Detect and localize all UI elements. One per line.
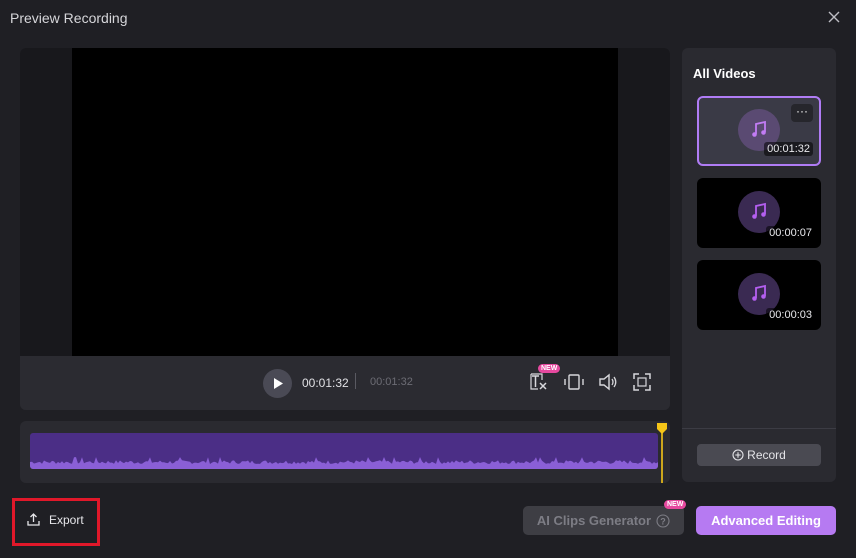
video-list-panel: All Videos ··· 00:01:32 00:00:07 00:00:0	[682, 48, 836, 482]
record-label: Record	[747, 448, 786, 462]
subtitle-ai-icon	[530, 373, 547, 390]
video-duration: 00:00:03	[766, 308, 815, 322]
video-duration: 00:01:32	[764, 142, 813, 156]
window-title: Preview Recording	[10, 10, 128, 26]
crop-button[interactable]	[563, 371, 585, 393]
ai-clips-generator-button[interactable]: AI Clips Generator ? NEW	[523, 500, 687, 535]
audio-waveform	[30, 433, 658, 469]
music-note-icon	[752, 120, 766, 137]
ai-clips-label: AI Clips Generator	[536, 513, 652, 528]
fullscreen-icon	[633, 373, 651, 391]
upload-icon	[27, 513, 40, 526]
music-note-icon	[752, 202, 766, 219]
more-options-button[interactable]: ···	[791, 104, 813, 122]
video-thumbnail[interactable]: 00:00:03	[697, 260, 821, 330]
new-badge: NEW	[538, 364, 561, 373]
new-badge: NEW	[664, 500, 687, 509]
volume-icon	[599, 373, 617, 391]
volume-button[interactable]	[597, 371, 619, 393]
add-circle-icon	[732, 449, 744, 461]
play-button[interactable]	[263, 369, 292, 398]
close-icon[interactable]	[826, 9, 842, 25]
subtitle-button[interactable]: NEW	[529, 364, 561, 393]
playhead-handle[interactable]	[656, 423, 668, 483]
fullscreen-button[interactable]	[631, 371, 653, 393]
export-button[interactable]: Export	[26, 512, 84, 527]
video-duration: 00:00:07	[766, 226, 815, 240]
current-time: 00:01:32	[302, 376, 349, 390]
video-screen[interactable]	[20, 48, 670, 356]
time-separator	[355, 373, 356, 389]
music-note-icon	[752, 284, 766, 301]
video-player: 00:01:32 00:01:32 NEW	[20, 48, 670, 410]
record-button[interactable]: Record	[697, 444, 821, 466]
player-controls: 00:01:32 00:01:32 NEW	[20, 356, 670, 410]
total-time: 00:01:32	[370, 376, 413, 388]
advanced-editing-button[interactable]: Advanced Editing	[696, 506, 836, 535]
video-list-title: All Videos	[693, 66, 756, 81]
svg-text:?: ?	[660, 516, 666, 526]
sidebar-divider	[682, 428, 836, 429]
video-thumbnail[interactable]: 00:00:07	[697, 178, 821, 248]
aspect-ratio-icon	[564, 374, 584, 390]
timeline[interactable]	[20, 421, 670, 483]
help-icon[interactable]: ?	[656, 513, 670, 528]
video-frame	[72, 48, 618, 356]
play-icon	[273, 378, 283, 389]
video-thumbnail[interactable]: ··· 00:01:32	[697, 96, 821, 166]
export-label: Export	[49, 512, 84, 527]
